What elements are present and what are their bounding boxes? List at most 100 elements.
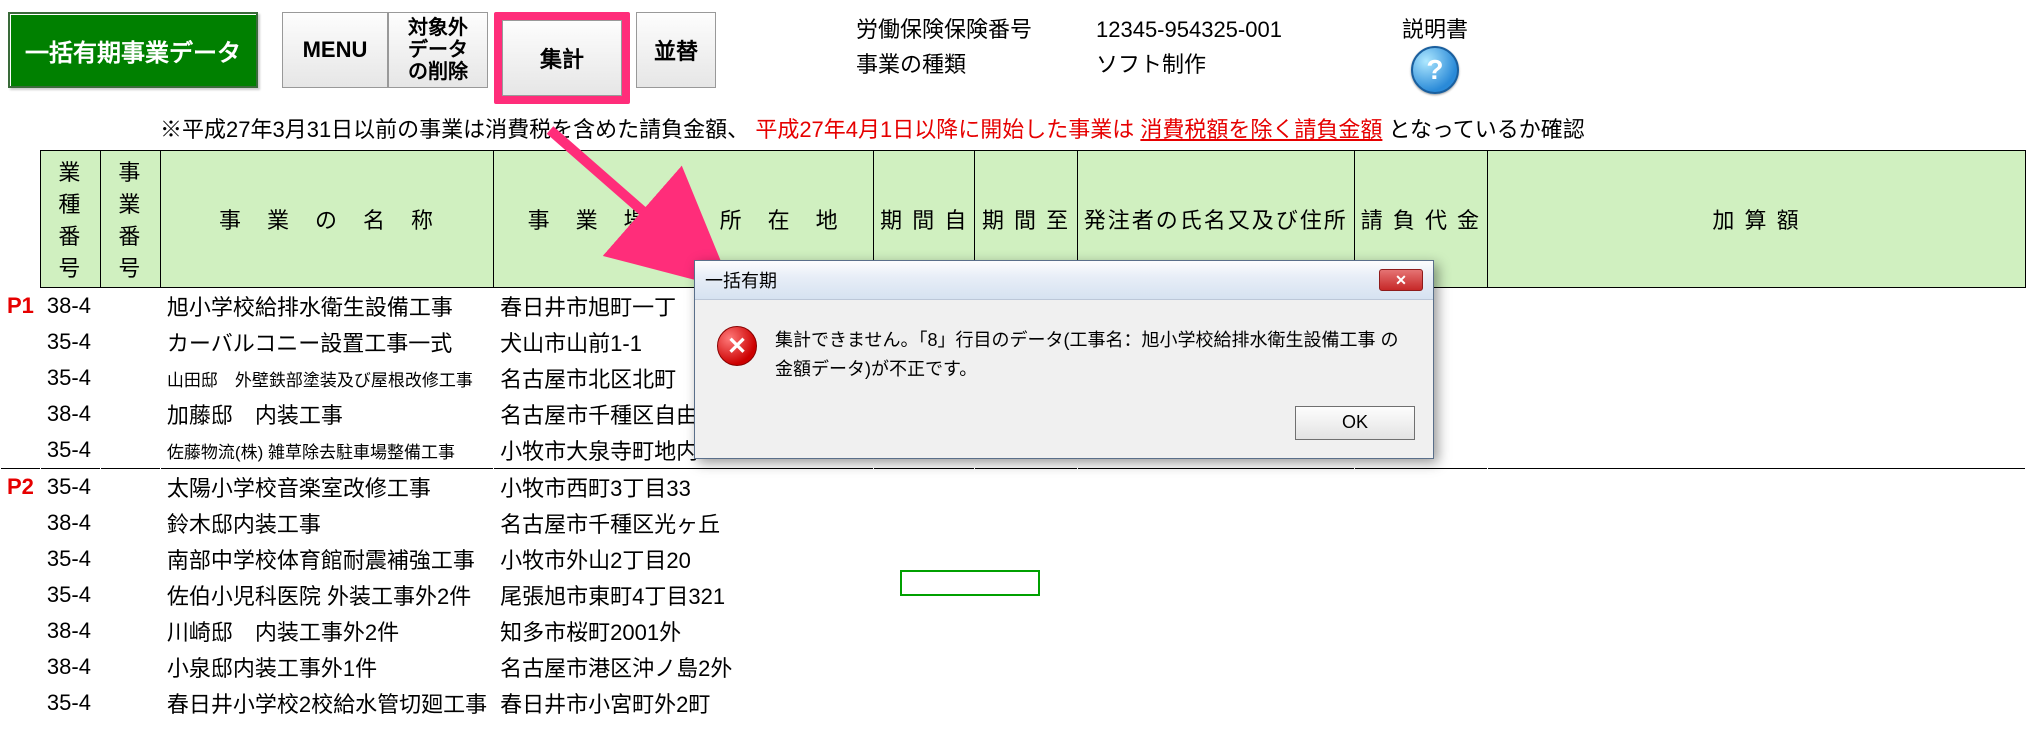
cell-add [1488, 288, 2026, 325]
cell-name: カーバルコニー設置工事一式 [160, 324, 493, 360]
cell-to [975, 469, 1077, 506]
cell-name: 佐藤物流(株) 雑草除去駐車場整備工事 [160, 432, 493, 469]
note-suffix: となっているか確認 [1389, 117, 1585, 142]
table-row[interactable]: 35-4 南部中学校体育館耐震補強工事小牧市外山2丁目20 [1, 541, 2026, 577]
dialog-title-text: 一括有期 [705, 267, 777, 293]
cell-name: 南部中学校体育館耐震補強工事 [160, 541, 493, 577]
toolbar: 一括有期事業データ MENU 対象外 データ の削除 集計 並替 労働保険保険番… [0, 0, 2026, 108]
table-row[interactable]: 38-4川崎邸 内装工事外2件知多市桜町2001外 [1, 613, 2026, 649]
pmark [1, 324, 41, 360]
error-dialog: 一括有期 ✕ ✕ 集計できません。「8」行目のデータ(工事名：旭小学校給排水衛生… [694, 260, 1434, 459]
info-block: 労働保険保険番号 12345-954325-001 事業の種類 ソフト制作 [856, 12, 1282, 82]
cell-add [1488, 649, 2026, 685]
cell-bizno: 35-4 [40, 541, 100, 577]
aggregate-highlight: 集計 [494, 12, 630, 104]
cell-client [1077, 577, 1354, 613]
cell-amount [1354, 613, 1487, 649]
cell-name: 鈴木邸内装工事 [160, 505, 493, 541]
cell-from [874, 685, 975, 721]
cell-client [1077, 541, 1354, 577]
cell-location: 知多市桜町2001外 [494, 613, 874, 649]
dialog-titlebar: 一括有期 ✕ [695, 261, 1433, 300]
cell-add [1488, 469, 2026, 506]
table-row[interactable]: 35-4春日井小学校2校給水管切廻工事春日井市小宮町外2町 [1, 685, 2026, 721]
cell-name: 旭小学校給排水衛生設備工事 [160, 288, 493, 325]
cell-projno [100, 577, 160, 613]
col-bizno: 業種 番号 [40, 151, 100, 288]
cell-location: 小牧市外山2丁目20 [494, 541, 874, 577]
cell-from [874, 613, 975, 649]
cell-client [1077, 469, 1354, 506]
delete-excluded-button[interactable]: 対象外 データ の削除 [388, 12, 488, 88]
close-icon[interactable]: ✕ [1379, 269, 1423, 291]
biztype-label: 事業の種類 [856, 47, 1056, 82]
cell-from [874, 469, 975, 506]
col-projno: 事業 番号 [100, 151, 160, 288]
aggregate-button[interactable]: 集計 [502, 20, 622, 96]
note-red-part1: 平成27年4月1日以降に開始した事業は [755, 117, 1134, 142]
cell-client [1077, 685, 1354, 721]
cell-bizno: 35-4 [40, 360, 100, 396]
cell-name: 太陽小学校音楽室改修工事 [160, 469, 493, 506]
cell-from [874, 577, 975, 613]
cell-bizno: 35-4 [40, 432, 100, 469]
cell-bizno: 38-4 [40, 288, 100, 325]
pmark [1, 577, 41, 613]
cell-bizno: 38-4 [40, 396, 100, 432]
pmark [1, 432, 41, 469]
cell-to [975, 541, 1077, 577]
cell-add [1488, 613, 2026, 649]
cell-amount [1354, 505, 1487, 541]
insurance-value: 12345-954325-001 [1096, 12, 1282, 47]
cell-projno [100, 505, 160, 541]
cell-name: 春日井小学校2校給水管切廻工事 [160, 685, 493, 721]
cell-projno [100, 396, 160, 432]
help-block: 説明書 ? [1402, 12, 1468, 94]
cell-add [1488, 396, 2026, 432]
cell-bizno: 35-4 [40, 324, 100, 360]
pmark [1, 360, 41, 396]
error-icon: ✕ [717, 326, 757, 366]
cell-bizno: 35-4 [40, 469, 100, 506]
ok-button[interactable]: OK [1295, 406, 1415, 440]
cell-amount [1354, 577, 1487, 613]
dialog-message: 集計できません。「8」行目のデータ(工事名：旭小学校給排水衛生設備工事 の金額デ… [775, 326, 1411, 384]
table-row[interactable]: 38-4小泉邸内装工事外1件名古屋市港区沖ノ島2外 [1, 649, 2026, 685]
table-row[interactable]: 38-4鈴木邸内装工事名古屋市千種区光ヶ丘 [1, 505, 2026, 541]
cell-client [1077, 613, 1354, 649]
cell-bizno: 35-4 [40, 577, 100, 613]
note-red-underline: 消費税額を除く請負金額 [1140, 117, 1382, 142]
cell-name: 加藤邸 内装工事 [160, 396, 493, 432]
cell-from [874, 541, 975, 577]
menu-button[interactable]: MENU [282, 12, 388, 88]
cell-client [1077, 505, 1354, 541]
cell-name: 佐伯小児科医院 外装工事外2件 [160, 577, 493, 613]
cell-to [975, 685, 1077, 721]
pmark [1, 396, 41, 432]
cell-add [1488, 324, 2026, 360]
sort-button[interactable]: 並替 [636, 12, 716, 88]
cell-from [874, 505, 975, 541]
note-prefix: ※平成27年3月31日以前の事業は消費税を含めた請負金額、 [160, 117, 749, 142]
pmark: P1 [1, 288, 41, 325]
cell-to [975, 505, 1077, 541]
insurance-label: 労働保険保険番号 [856, 12, 1056, 47]
cell-add [1488, 360, 2026, 396]
cell-location: 小牧市西町3丁目33 [494, 469, 874, 506]
main-data-button[interactable]: 一括有期事業データ [8, 12, 258, 88]
cell-name: 小泉邸内装工事外1件 [160, 649, 493, 685]
cell-projno [100, 288, 160, 325]
cell-location: 名古屋市港区沖ノ島2外 [494, 649, 874, 685]
manual-label: 説明書 [1402, 12, 1468, 44]
pmark [1, 505, 41, 541]
biztype-value: ソフト制作 [1096, 47, 1206, 82]
cell-amount [1354, 649, 1487, 685]
cell-client [1077, 649, 1354, 685]
cell-name: 山田邸 外壁鉄部塗装及び屋根改修工事 [160, 360, 493, 396]
table-row[interactable]: 35-4佐伯小児科医院 外装工事外2件尾張旭市東町4丁目321 [1, 577, 2026, 613]
help-icon[interactable]: ? [1411, 46, 1459, 94]
cell-from [874, 649, 975, 685]
cell-projno [100, 613, 160, 649]
cell-add [1488, 685, 2026, 721]
table-row[interactable]: P235-4太陽小学校音楽室改修工事小牧市西町3丁目33 [1, 469, 2026, 506]
